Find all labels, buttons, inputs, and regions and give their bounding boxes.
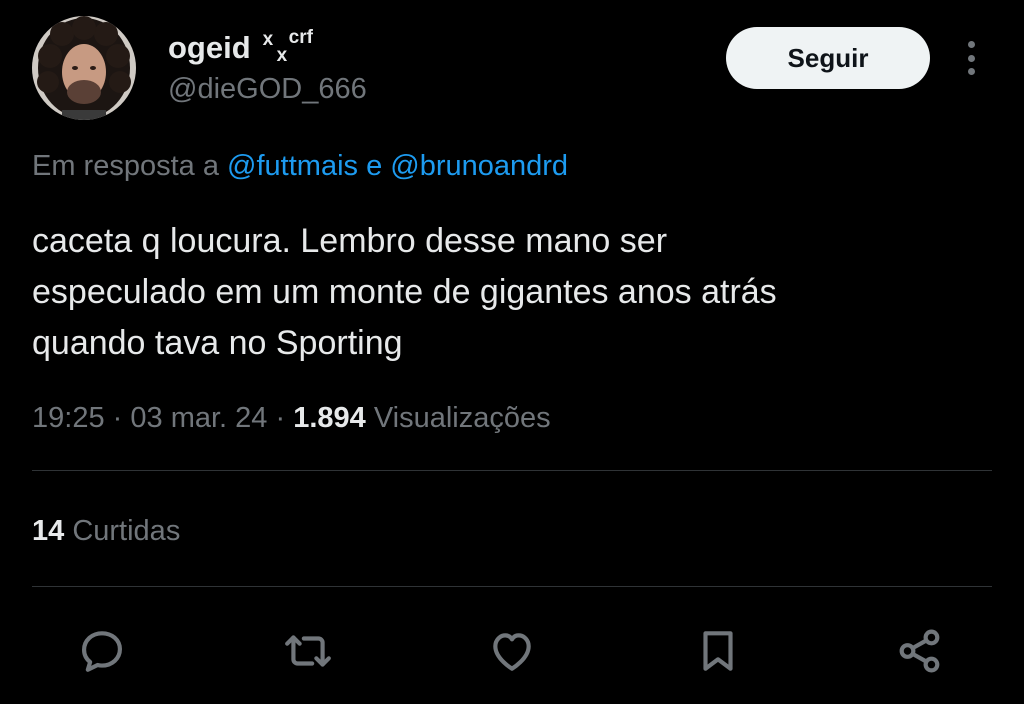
meta-separator: · [275, 402, 286, 434]
more-dot [967, 41, 975, 48]
name-deco-top: x [262, 29, 274, 50]
likes-count: 14 [32, 515, 65, 547]
divider [32, 586, 992, 587]
share-icon [899, 629, 940, 673]
likes-label: Curtidas [72, 515, 181, 547]
avatar[interactable] [32, 16, 136, 120]
share-button[interactable] [894, 625, 946, 677]
author-handle[interactable]: @dieGOD_666 [168, 72, 367, 106]
author-name-row[interactable]: ogeid x x crf [168, 27, 329, 66]
tweet-meta: 19:25 · 03 mar. 24 · 1.894 Visualizações [32, 400, 551, 436]
divider [32, 470, 992, 471]
tweet-text-line: especulado em um monte de gigantes anos … [32, 273, 777, 311]
avatar-image [32, 16, 136, 120]
tweet-date[interactable]: 03 mar. 24 [130, 402, 267, 434]
tweet-text: caceta q loucura. Lembro desse mano ser … [32, 216, 992, 369]
tweet-text-line: quando tava no Sporting [32, 324, 403, 362]
tweet-time[interactable]: 19:25 [32, 402, 105, 434]
more-dot [967, 54, 975, 62]
reply-button[interactable] [76, 625, 128, 677]
reply-icon [82, 631, 122, 672]
bookmark-button[interactable] [692, 625, 744, 677]
like-button[interactable] [486, 625, 538, 677]
reply-user-link-2[interactable]: @brunoandrd [390, 150, 568, 182]
views-count: 1.894 [293, 402, 366, 434]
more-options-icon[interactable] [958, 38, 984, 78]
retweet-icon [285, 635, 331, 667]
name-deco-bottom: x [276, 45, 288, 66]
author-display-name[interactable]: ogeid [168, 30, 251, 66]
reply-user-link-1[interactable]: @futtmais [227, 150, 358, 182]
meta-separator: · [112, 402, 123, 434]
tweet-text-line: caceta q loucura. Lembro desse mano ser [32, 222, 668, 260]
views-label: Visualizações [373, 402, 551, 434]
bookmark-icon [703, 631, 733, 671]
likes-stat[interactable]: 14 Curtidas [32, 513, 180, 549]
follow-button[interactable]: Seguir [726, 27, 930, 89]
reply-prefix: Em resposta a [32, 150, 219, 182]
like-icon [493, 633, 531, 671]
reply-context: Em resposta a @futtmais e @brunoandrd [32, 148, 568, 184]
reply-conjunction: e [366, 150, 383, 182]
more-dot [967, 68, 975, 75]
name-deco-suffix: crf [288, 27, 313, 48]
author-name-decoration: x x crf [259, 27, 329, 66]
retweet-button[interactable] [282, 625, 334, 677]
